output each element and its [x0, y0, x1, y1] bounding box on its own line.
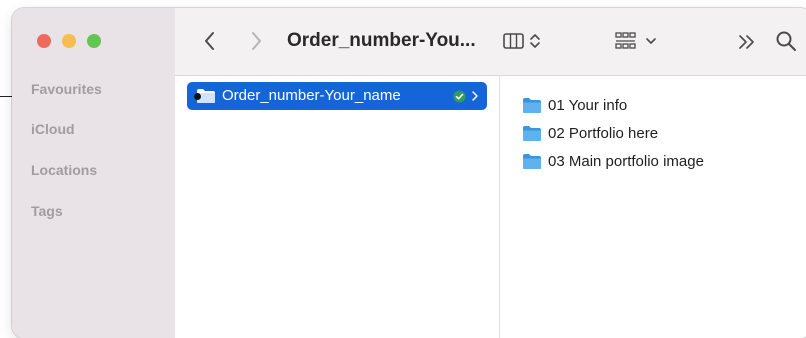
- group-button[interactable]: [614, 31, 660, 56]
- search-icon: [776, 31, 796, 51]
- chevron-right-icon: [472, 91, 478, 101]
- column-1: Order_number-Your_name: [175, 76, 500, 338]
- window-controls: [37, 34, 101, 48]
- double-chevron-icon: [739, 35, 754, 49]
- minimize-button[interactable]: [62, 34, 76, 48]
- forward-button[interactable]: [249, 30, 263, 57]
- chevron-left-icon: [205, 32, 214, 50]
- more-button[interactable]: [737, 32, 757, 57]
- sidebar-section-tags[interactable]: Tags: [31, 203, 63, 219]
- window-title: Order_number-You...: [287, 30, 476, 51]
- folder-label: Order_number-Your_name: [222, 87, 401, 104]
- back-button[interactable]: [203, 30, 217, 57]
- view-mode-button[interactable]: [502, 31, 544, 56]
- folder-row-selected[interactable]: Order_number-Your_name: [187, 82, 487, 110]
- grid-group-icon: [615, 32, 656, 49]
- folder-label: 01 Your info: [548, 97, 628, 114]
- folder-icon: [523, 126, 541, 141]
- columns-view-icon: [503, 33, 540, 49]
- sidebar-section-locations[interactable]: Locations: [31, 162, 97, 178]
- finder-window: Favourites iCloud Locations Tags Order_n…: [12, 8, 806, 338]
- folder-icon: [523, 98, 541, 113]
- chevron-right-icon: [252, 32, 261, 50]
- toolbar: Order_number-You...: [175, 8, 806, 76]
- folder-label: 02 Portfolio here: [548, 125, 659, 142]
- folder-label: 03 Main portfolio image: [548, 153, 704, 170]
- column-2: 01 Your info 02 Portfolio here 03 Main p…: [500, 76, 806, 338]
- sidebar-section-icloud[interactable]: iCloud: [31, 121, 75, 137]
- sidebar: Favourites iCloud Locations Tags: [12, 8, 175, 338]
- zoom-button[interactable]: [87, 34, 101, 48]
- close-button[interactable]: [37, 34, 51, 48]
- sync-check-icon: [453, 90, 466, 103]
- callout-dot: [194, 93, 201, 100]
- search-button[interactable]: [775, 30, 797, 57]
- folder-icon: [523, 154, 541, 169]
- sidebar-section-favourites[interactable]: Favourites: [31, 81, 102, 97]
